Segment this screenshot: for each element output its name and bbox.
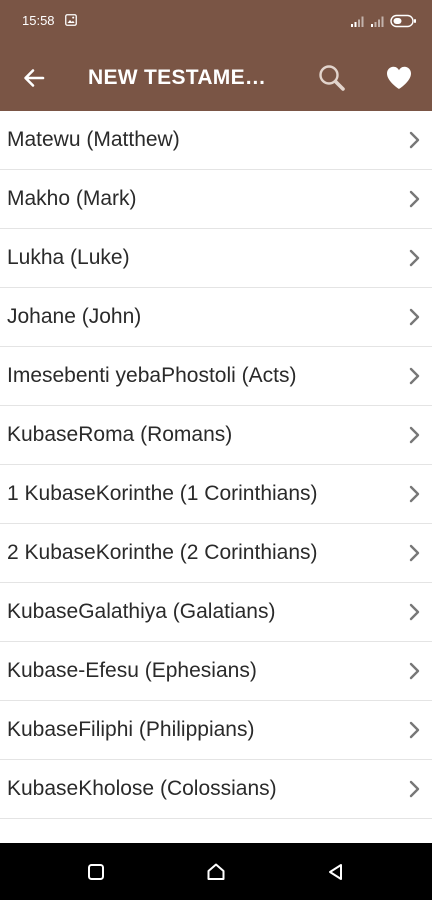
chevron-right-icon bbox=[409, 721, 420, 739]
back-triangle-icon bbox=[329, 864, 342, 880]
chevron-right-icon bbox=[409, 662, 420, 680]
book-label: KubaseKholose (Colossians) bbox=[7, 777, 277, 800]
list-item[interactable]: KubaseGalathiya (Galatians) bbox=[0, 583, 432, 642]
home-icon bbox=[207, 863, 225, 880]
status-bar: 15:58 bbox=[0, 0, 432, 44]
favorites-button[interactable] bbox=[382, 61, 416, 95]
status-time: 15:58 bbox=[22, 13, 55, 28]
page-title: NEW TESTAME… bbox=[88, 66, 267, 89]
list-item[interactable]: Lukha (Luke) bbox=[0, 229, 432, 288]
system-back-button[interactable] bbox=[325, 861, 347, 883]
book-label: Makho (Mark) bbox=[7, 187, 137, 210]
book-label: Matewu (Matthew) bbox=[7, 128, 180, 151]
heart-icon bbox=[387, 66, 411, 89]
chevron-right-icon bbox=[409, 190, 420, 208]
status-icons bbox=[350, 12, 418, 30]
book-label: Johane (John) bbox=[7, 305, 142, 328]
list-item[interactable]: Makho (Mark) bbox=[0, 170, 432, 229]
chevron-right-icon bbox=[409, 426, 420, 444]
book-label: 1 KubaseKorinthe (1 Corinthians) bbox=[7, 482, 318, 505]
search-icon bbox=[319, 65, 345, 91]
book-label: KubaseGalathiya (Galatians) bbox=[7, 600, 276, 623]
list-item[interactable]: 2 KubaseKorinthe (2 Corinthians) bbox=[0, 524, 432, 583]
chevron-right-icon bbox=[409, 367, 420, 385]
book-list: Matewu (Matthew) Makho (Mark) Lukha (Luk… bbox=[0, 111, 432, 843]
list-item[interactable]: Johane (John) bbox=[0, 288, 432, 347]
list-item[interactable]: Imesebenti yebaPhostoli (Acts) bbox=[0, 347, 432, 406]
list-item[interactable]: KubaseRoma (Romans) bbox=[0, 406, 432, 465]
app-bar: NEW TESTAME… bbox=[0, 44, 432, 111]
book-label: Kubase-Efesu (Ephesians) bbox=[7, 659, 257, 682]
signal-icon bbox=[351, 16, 364, 27]
recents-button[interactable] bbox=[85, 861, 107, 883]
list-item[interactable]: KubaseFiliphi (Philippians) bbox=[0, 701, 432, 760]
chevron-right-icon bbox=[409, 249, 420, 267]
book-label: Lukha (Luke) bbox=[7, 246, 130, 269]
list-item[interactable]: Kubase-Efesu (Ephesians) bbox=[0, 642, 432, 701]
book-label: KubaseRoma (Romans) bbox=[7, 423, 233, 446]
book-label: KubaseFiliphi (Philippians) bbox=[7, 718, 255, 741]
image-icon bbox=[65, 14, 77, 26]
list-item[interactable]: Matewu (Matthew) bbox=[0, 111, 432, 170]
list-item[interactable]: 1 KubaseKorinthe (1 Corinthians) bbox=[0, 465, 432, 524]
signal-icon bbox=[371, 16, 384, 27]
search-button[interactable] bbox=[315, 61, 349, 95]
square-icon bbox=[88, 864, 104, 880]
list-item[interactable]: KubaseKholose (Colossians) bbox=[0, 760, 432, 819]
chevron-right-icon bbox=[409, 131, 420, 149]
chevron-right-icon bbox=[409, 780, 420, 798]
chevron-right-icon bbox=[409, 308, 420, 326]
system-nav-bar bbox=[0, 843, 432, 900]
book-label: Imesebenti yebaPhostoli (Acts) bbox=[7, 364, 297, 387]
chevron-right-icon bbox=[409, 603, 420, 621]
book-label: 2 KubaseKorinthe (2 Corinthians) bbox=[7, 541, 318, 564]
arrow-left-icon bbox=[24, 69, 45, 87]
back-button[interactable] bbox=[18, 62, 50, 94]
battery-icon bbox=[390, 14, 416, 28]
screen: 15:58 NEW TESTAME… Matewu (Matthew) Makh… bbox=[0, 0, 432, 900]
chevron-right-icon bbox=[409, 485, 420, 503]
home-button[interactable] bbox=[205, 861, 227, 883]
chevron-right-icon bbox=[409, 544, 420, 562]
